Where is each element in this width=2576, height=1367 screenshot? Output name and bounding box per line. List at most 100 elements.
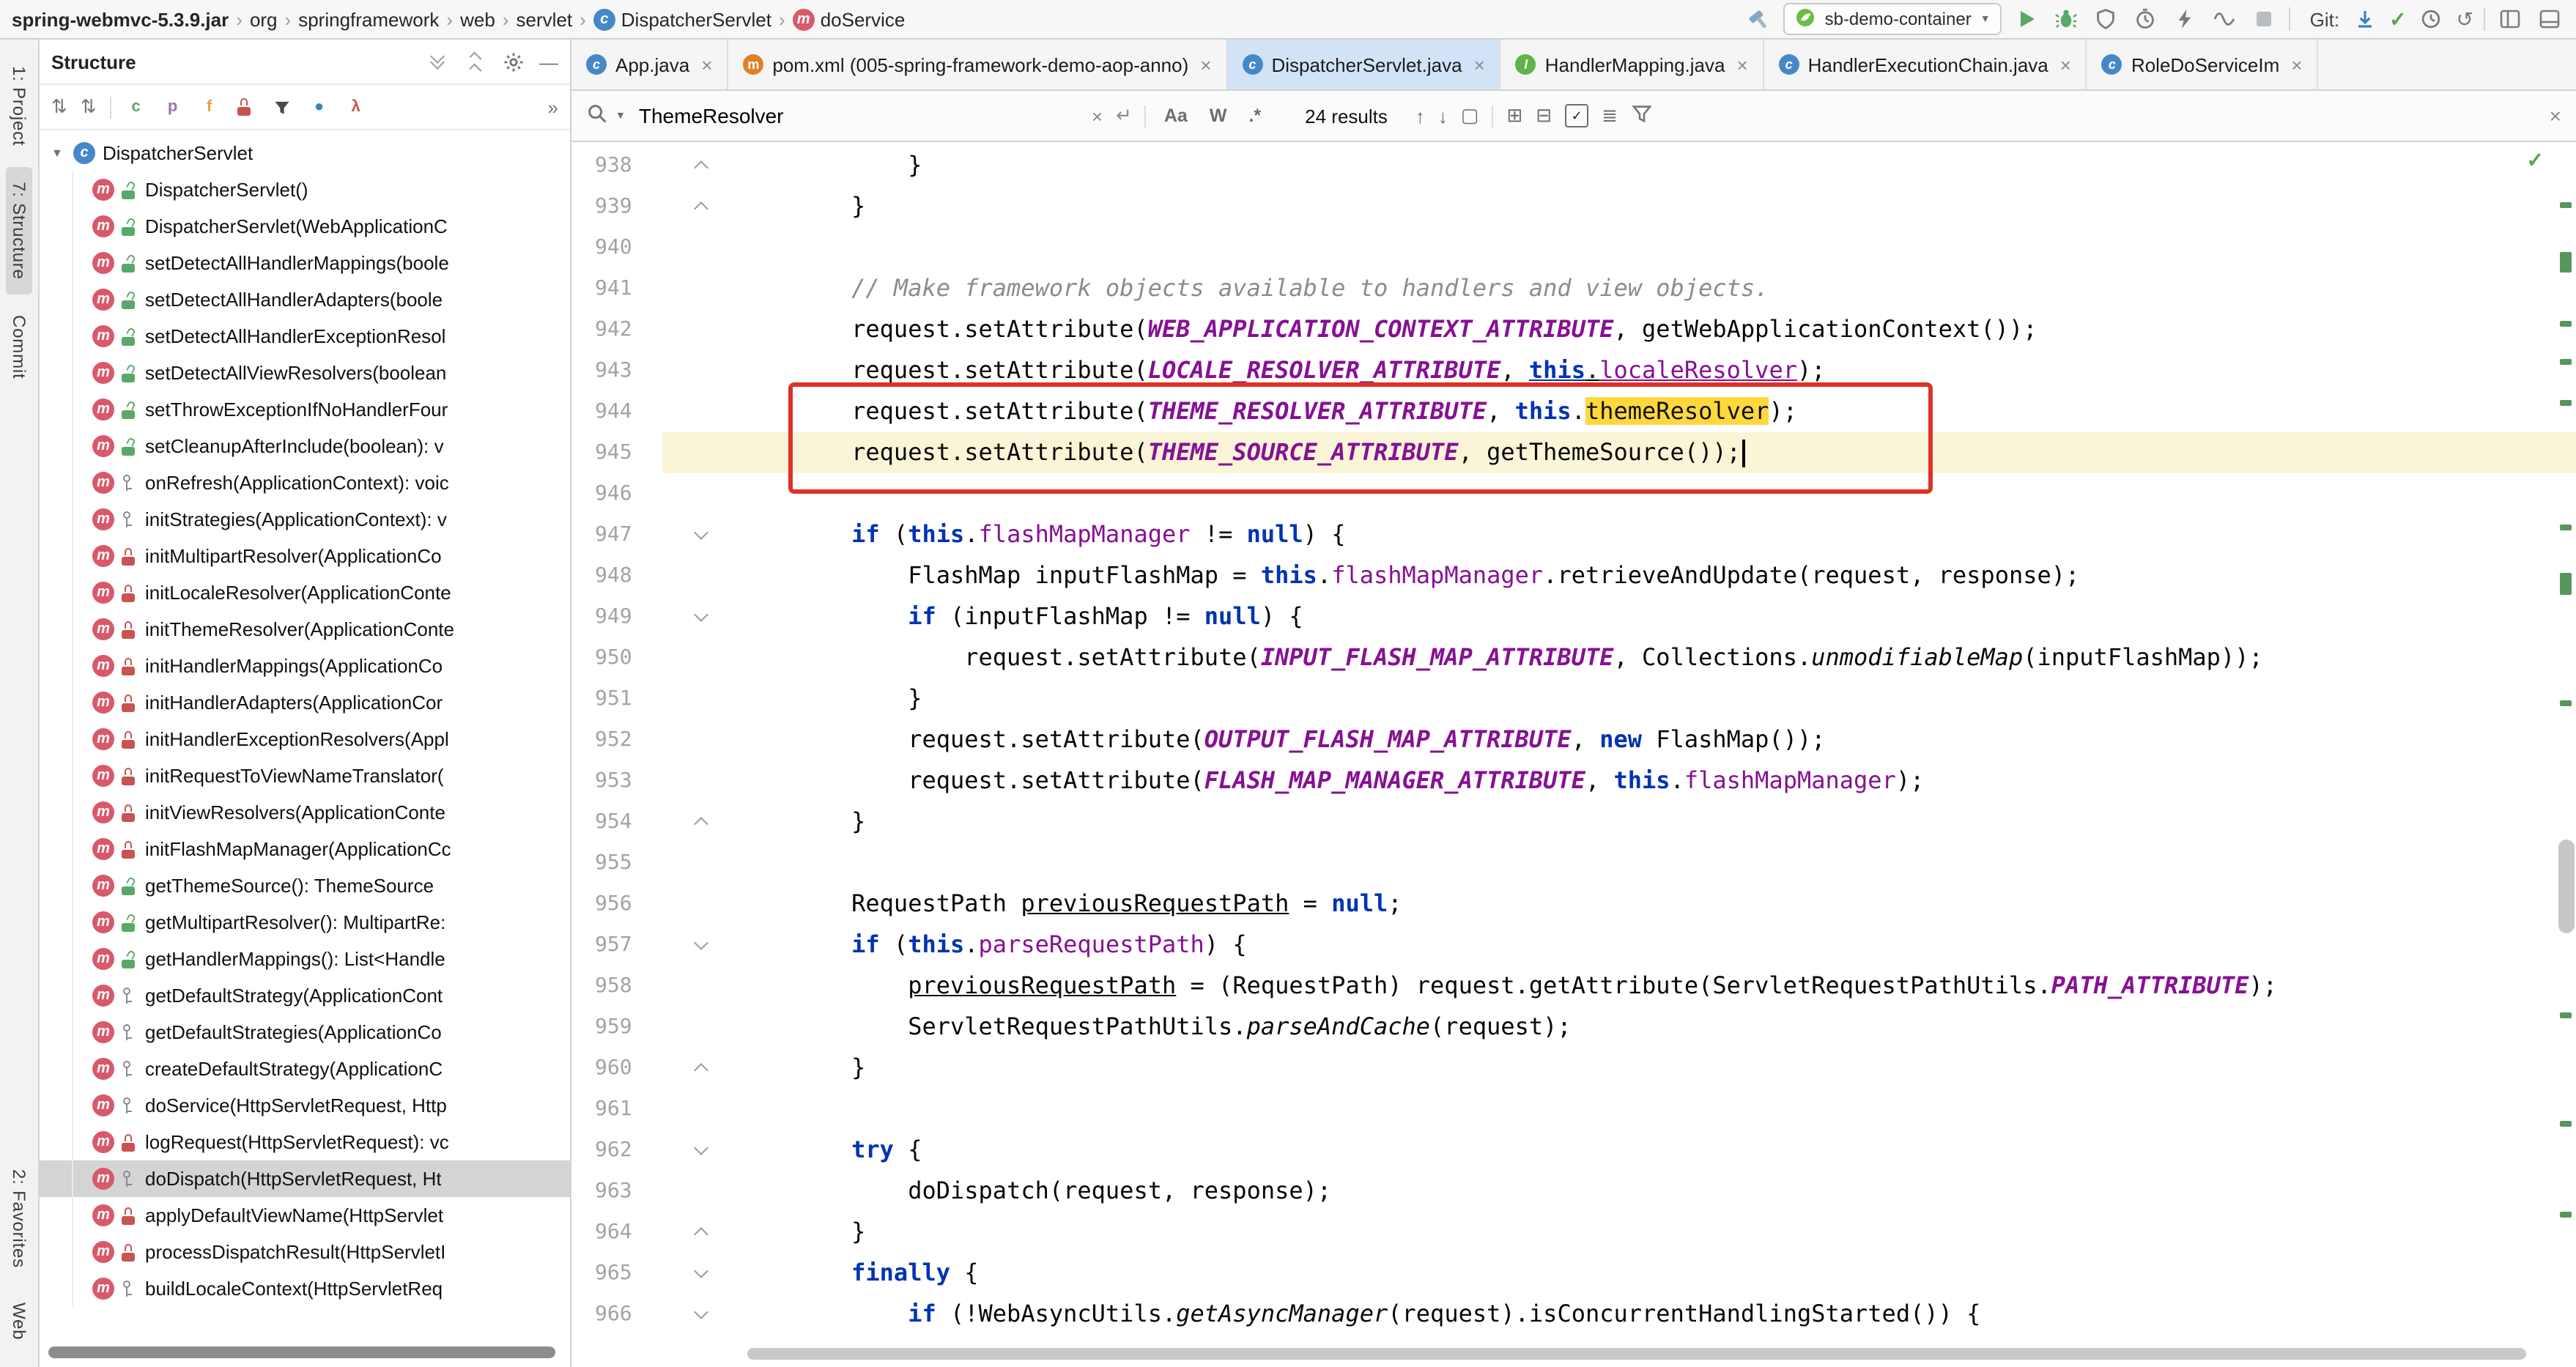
line-number[interactable]: 963 <box>571 1171 662 1212</box>
structure-tree-item[interactable]: m getDefaultStrategy(ApplicationCont <box>40 977 570 1014</box>
code-text[interactable]: finally { <box>739 1253 2576 1294</box>
code-text[interactable]: try { <box>739 1130 2576 1171</box>
code-text[interactable]: request.setAttribute(WEB_APPLICATION_CON… <box>739 309 2576 350</box>
structure-tree-item[interactable]: m createDefaultStrategy(ApplicationC <box>40 1051 570 1087</box>
code-text[interactable]: FlashMap inputFlashMap = this.flashMapMa… <box>739 555 2576 596</box>
collapse-all-button[interactable] <box>463 50 486 76</box>
code-text[interactable]: // Make framework objects available to h… <box>739 268 2576 309</box>
breadcrumb-item[interactable]: m doService <box>792 8 905 30</box>
line-number[interactable]: 939 <box>571 186 662 227</box>
line-number[interactable]: 949 <box>571 596 662 637</box>
line-number[interactable]: 938 <box>571 145 662 186</box>
structure-tree-item[interactable]: m initHandlerMappings(ApplicationCo <box>40 648 570 684</box>
breadcrumb-item[interactable]: springframework <box>298 8 439 30</box>
stripe-item----structure[interactable]: 7: Structure <box>6 166 32 294</box>
breadcrumb-item[interactable]: web <box>460 8 495 30</box>
line-number[interactable]: 955 <box>571 842 662 883</box>
code-text[interactable]: } <box>739 678 2576 719</box>
search-history-chevron[interactable]: ▼ <box>615 111 626 121</box>
sort-by-kind-button[interactable]: ⇅ <box>81 95 97 119</box>
code-text[interactable]: request.setAttribute(LOCALE_RESOLVER_ATT… <box>739 350 2576 391</box>
breadcrumb-item[interactable]: org <box>250 8 278 30</box>
fold-marker[interactable] <box>662 801 739 842</box>
stop-button[interactable] <box>2250 4 2279 34</box>
line-number[interactable]: 945 <box>571 432 662 473</box>
structure-tree-item[interactable]: m setCleanupAfterInclude(boolean): v <box>40 428 570 464</box>
line-number[interactable]: 960 <box>571 1048 662 1089</box>
structure-tree-item[interactable]: m initRequestToViewNameTranslator( <box>40 757 570 794</box>
editor-tab[interactable]: c DispatcherServlet.java × <box>1227 40 1501 89</box>
sort-by-visibility-toggle[interactable]: ● <box>308 95 331 119</box>
line-number[interactable]: 953 <box>571 760 662 801</box>
run-config-select[interactable]: sb-demo-container ▼ <box>1783 3 2002 35</box>
line-number[interactable]: 950 <box>571 637 662 678</box>
trace-icon[interactable] <box>2210 4 2240 34</box>
code-text[interactable]: } <box>739 186 2576 227</box>
show-properties-toggle[interactable]: p <box>161 95 185 119</box>
editor-tab[interactable]: c HandlerExecutionChain.java × <box>1764 40 2087 89</box>
structure-tree-item[interactable]: m applyDefaultViewName(HttpServlet <box>40 1197 570 1234</box>
structure-tree-item[interactable]: m initThemeResolver(ApplicationConte <box>40 611 570 648</box>
close-tab-icon[interactable]: × <box>1200 53 1211 75</box>
structure-tree-item[interactable]: m logRequest(HttpServletRequest): vc <box>40 1124 570 1160</box>
line-number[interactable]: 948 <box>571 555 662 596</box>
editor-hscrollbar[interactable] <box>747 1348 2526 1360</box>
line-number[interactable]: 959 <box>571 1007 662 1048</box>
run-button[interactable] <box>2013 4 2042 34</box>
code-text[interactable] <box>739 1089 2576 1130</box>
show-non-public-toggle[interactable] <box>234 95 258 119</box>
sort-alphabetically-button[interactable]: ⇅ <box>51 95 67 119</box>
add-occurrence-button[interactable]: ⊞ <box>1507 104 1523 127</box>
fold-marker[interactable] <box>662 1294 739 1335</box>
breadcrumb-item[interactable]: c DispatcherServlet <box>593 8 771 30</box>
next-occurrence-button[interactable]: ↓ <box>1438 105 1448 127</box>
structure-root-node[interactable]: ▼ c DispatcherServlet <box>40 135 570 171</box>
git-commit-button[interactable]: ✓ <box>2389 9 2406 29</box>
editor-tab[interactable]: m pom.xml (005-spring-framework-demo-aop-… <box>728 40 1228 89</box>
code-text[interactable]: } <box>739 145 2576 186</box>
build-hammer-icon[interactable] <box>1744 4 1774 34</box>
filter-icon[interactable] <box>1631 103 1653 129</box>
close-tab-icon[interactable]: × <box>2291 53 2302 75</box>
structure-tree-item[interactable]: m initHandlerExceptionResolvers(Appl <box>40 721 570 757</box>
code-text[interactable] <box>739 473 2576 514</box>
search-input[interactable]: ThemeResolver <box>639 104 1078 127</box>
debug-button[interactable] <box>2052 4 2081 34</box>
fold-marker[interactable] <box>662 1130 739 1171</box>
breadcrumb-item[interactable]: spring-webmvc-5.3.9.jar <box>12 8 229 30</box>
line-number[interactable]: 952 <box>571 719 662 760</box>
async-profiler-icon[interactable] <box>2171 4 2200 34</box>
code-text[interactable]: previousRequestPath = (RequestPath) requ… <box>739 966 2576 1007</box>
line-number[interactable]: 964 <box>571 1212 662 1253</box>
close-find-button[interactable]: × <box>2550 104 2561 127</box>
rollback-button[interactable]: ↺ <box>2457 9 2473 29</box>
structure-tree-item[interactable]: m setDetectAllViewResolvers(boolean <box>40 355 570 391</box>
fold-marker[interactable] <box>662 1048 739 1089</box>
structure-tree-item[interactable]: m setThrowExceptionIfNoHandlerFour <box>40 391 570 428</box>
history-icon[interactable] <box>2417 4 2446 34</box>
structure-tree-item[interactable]: m setDetectAllHandlerAdapters(boole <box>40 281 570 318</box>
scrollbar-thumb[interactable] <box>2558 840 2575 933</box>
code-text[interactable] <box>739 842 2576 883</box>
line-number[interactable]: 943 <box>571 350 662 391</box>
line-number[interactable]: 961 <box>571 1089 662 1130</box>
multiline-toggle[interactable]: ≣ <box>1602 104 1618 127</box>
structure-tree-item[interactable]: m getDefaultStrategies(ApplicationCo <box>40 1014 570 1051</box>
line-number[interactable]: 946 <box>571 473 662 514</box>
stripe-item----project[interactable]: 1: Project <box>6 51 32 160</box>
code-text[interactable]: request.setAttribute(THEME_RESOLVER_ATTR… <box>739 391 2576 432</box>
structure-tree-item[interactable]: m processDispatchResult(HttpServletI <box>40 1234 570 1270</box>
close-tab-icon[interactable]: × <box>1736 53 1747 75</box>
structure-tree-item[interactable]: m buildLocaleContext(HttpServletReq <box>40 1270 570 1307</box>
line-number[interactable]: 942 <box>571 309 662 350</box>
show-fields-toggle[interactable]: f <box>198 95 221 119</box>
fold-marker[interactable] <box>662 1253 739 1294</box>
previous-occurrence-button[interactable]: ↑ <box>1415 105 1425 127</box>
structure-tree-item[interactable]: m DispatcherServlet() <box>40 171 570 208</box>
structure-tree-item[interactable]: m getThemeSource(): ThemeSource <box>40 867 570 904</box>
close-tab-icon[interactable]: × <box>701 53 712 75</box>
structure-tree-item[interactable]: m initHandlerAdapters(ApplicationCor <box>40 684 570 721</box>
code-text[interactable]: } <box>739 1212 2576 1253</box>
code-text[interactable]: if (this.parseRequestPath) { <box>739 925 2576 966</box>
structure-tree-item[interactable]: m initViewResolvers(ApplicationConte <box>40 794 570 831</box>
